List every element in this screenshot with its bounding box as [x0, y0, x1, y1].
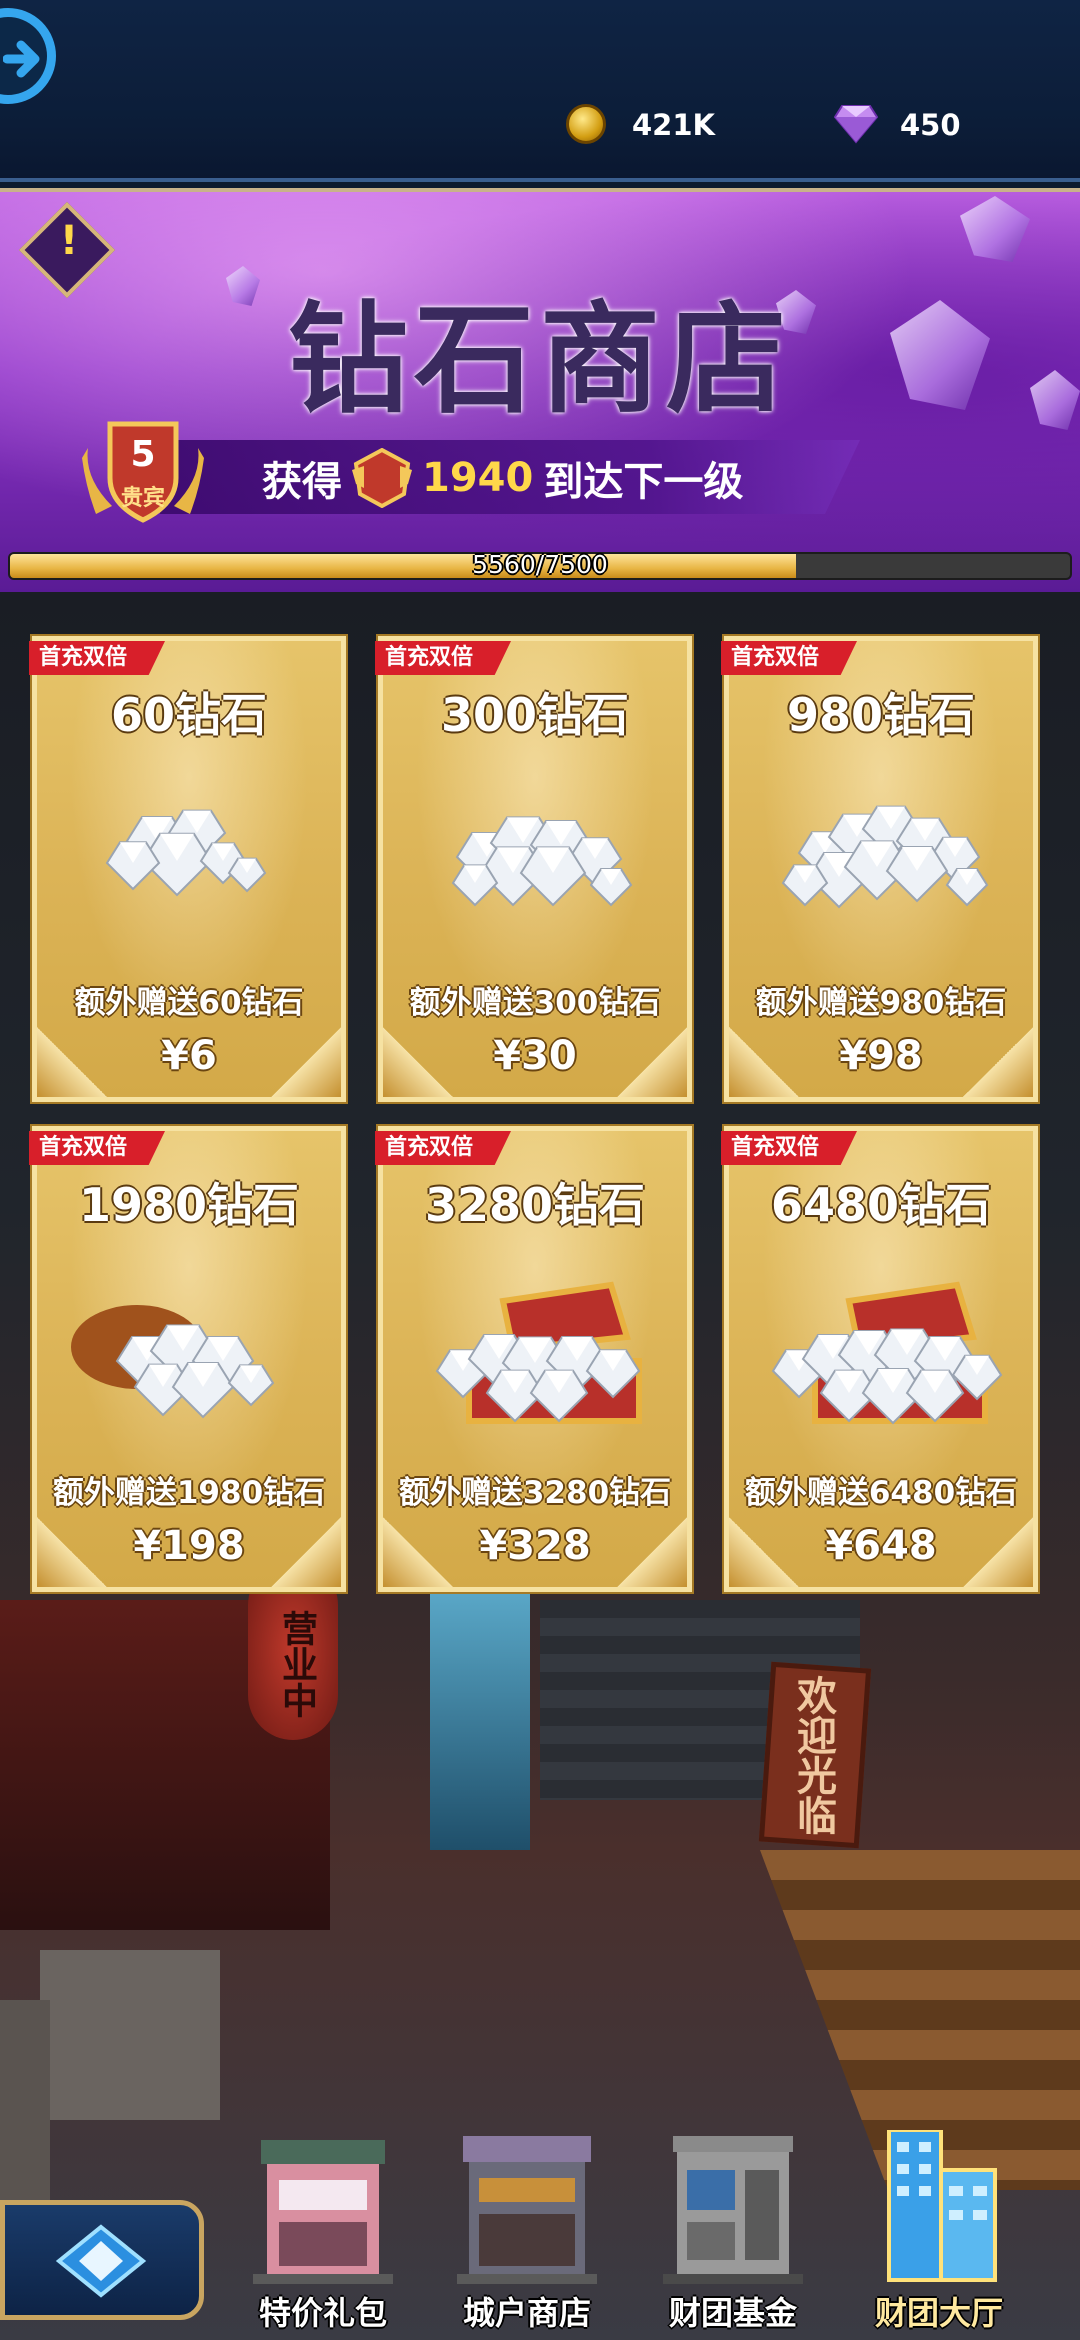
nav-special-packs[interactable]: 特价礼包 [238, 2130, 408, 2340]
pack-name: 60钻石 [110, 688, 267, 742]
crate [0, 2000, 50, 2220]
diamond-pile-icon [435, 1281, 642, 1424]
first-charge-flag: 首充双倍 [721, 1131, 857, 1165]
main-menu-button[interactable] [0, 2200, 204, 2320]
card-corner-decor [963, 1027, 1033, 1097]
vip-rank-label: 贵宾 [120, 486, 165, 511]
pack-art [37, 1251, 341, 1451]
diamond-amount: 450 [900, 108, 961, 142]
hall-tower-icon [887, 2130, 997, 2282]
first-charge-flag: 首充双倍 [721, 641, 857, 675]
diamond-pack-card[interactable]: 首充双倍 60钻石 额外赠送60钻石 ¥6 [29, 636, 346, 1102]
pack-art [729, 1251, 1033, 1451]
card-corner-decor [729, 1027, 799, 1097]
nav-label: 财团基金 [668, 2294, 797, 2332]
card-corner-decor [617, 1027, 687, 1097]
diamond-pack-card[interactable]: 首充双倍 3280钻石 额外赠送3280钻石 ¥328 [375, 1126, 692, 1592]
crate [40, 1950, 220, 2120]
diamond-pack-card[interactable]: 首充双倍 6480钻石 额外赠送6480钻石 ¥648 [721, 1126, 1038, 1592]
pack-art [729, 761, 1033, 961]
pack-bonus: 额外赠送300钻石 [409, 985, 661, 1021]
fund-building-icon [663, 2136, 803, 2284]
gold-amount: 421K [632, 108, 716, 142]
card-corner-decor [617, 1517, 687, 1587]
pack-art [37, 761, 341, 961]
pack-name: 3280钻石 [424, 1178, 646, 1232]
card-corner-decor [729, 1517, 799, 1587]
vip-level: 5 [130, 434, 156, 475]
diamond-icon [834, 105, 878, 144]
nav-label: 特价礼包 [258, 2294, 387, 2332]
nav-label: 城户商店 [462, 2294, 591, 2332]
first-charge-flag: 首充双倍 [375, 641, 511, 675]
diamond-pile-icon [105, 809, 267, 897]
nav-consortium-fund[interactable]: 财团基金 [648, 2130, 818, 2340]
pack-name: 1980钻石 [78, 1178, 300, 1232]
pack-bonus: 额外赠送6480钻石 [744, 1475, 1018, 1511]
vip-progress-text: 获得 1940 到达下一级 [262, 448, 743, 508]
diamond-pile-icon [771, 1281, 1003, 1425]
nav-label: 财团大厅 [874, 2294, 1003, 2332]
card-corner-decor [37, 1517, 107, 1587]
shop-title: 钻石商店 [288, 291, 792, 430]
pack-bonus: 额外赠送1980钻石 [52, 1475, 326, 1511]
diamond-pile-icon [71, 1305, 275, 1419]
diamond-pile-icon [451, 816, 633, 907]
pack-art [383, 1251, 687, 1451]
pack-bonus: 额外赠送3280钻石 [398, 1475, 672, 1511]
card-corner-decor [37, 1027, 107, 1097]
vip-level-badge: 5 贵宾 [82, 418, 204, 524]
back-arrow-icon [3, 40, 40, 78]
pack-art [383, 761, 687, 961]
crystal-emblem-icon [55, 2224, 147, 2298]
card-corner-decor [383, 1027, 453, 1097]
vip-progress-value: 5560/7500 [472, 550, 608, 579]
pack-bonus: 额外赠送60钻石 [74, 985, 304, 1021]
first-charge-flag: 首充双倍 [29, 641, 165, 675]
diamond-pack-card[interactable]: 首充双倍 980钻石 额外赠送980钻石 ¥98 [721, 636, 1038, 1102]
pack-bonus: 额外赠送980钻石 [755, 985, 1007, 1021]
pack-name: 300钻石 [440, 688, 630, 742]
pack-name: 980钻石 [786, 688, 976, 742]
progress-suffix: 到达下一级 [543, 459, 744, 505]
card-corner-decor [963, 1517, 1033, 1587]
diamond-pack-card[interactable]: 首充双倍 300钻石 额外赠送300钻石 ¥30 [375, 636, 692, 1102]
first-charge-flag: 首充双倍 [375, 1131, 511, 1165]
gift-shop-building-icon [253, 2140, 393, 2284]
vending-machine [430, 1590, 530, 1850]
lantern-text: 营业中 [276, 1610, 317, 1718]
welcome-sign-text: 欢迎光临 [790, 1675, 836, 1835]
card-corner-decor [383, 1517, 453, 1587]
card-corner-decor [271, 1027, 341, 1097]
exclamation-icon: ! [59, 218, 79, 264]
gold-coin-icon [566, 104, 606, 144]
nav-city-store[interactable]: 城户商店 [442, 2130, 612, 2340]
nav-consortium-hall[interactable]: 财团大厅 [854, 2130, 1024, 2340]
diamond-pile-icon [781, 805, 989, 909]
card-corner-decor [271, 1517, 341, 1587]
progress-prefix: 获得 [262, 459, 342, 505]
pack-name: 6480钻石 [770, 1178, 992, 1232]
first-charge-flag: 首充双倍 [29, 1131, 165, 1165]
progress-needed: 1940 [422, 455, 534, 501]
store-building-icon [457, 2136, 597, 2284]
vip-emblem-icon [352, 448, 412, 508]
top-bar [0, 0, 1080, 182]
diamond-pack-card[interactable]: 首充双倍 1980钻石 额外赠送1980钻石 ¥198 [29, 1126, 346, 1592]
